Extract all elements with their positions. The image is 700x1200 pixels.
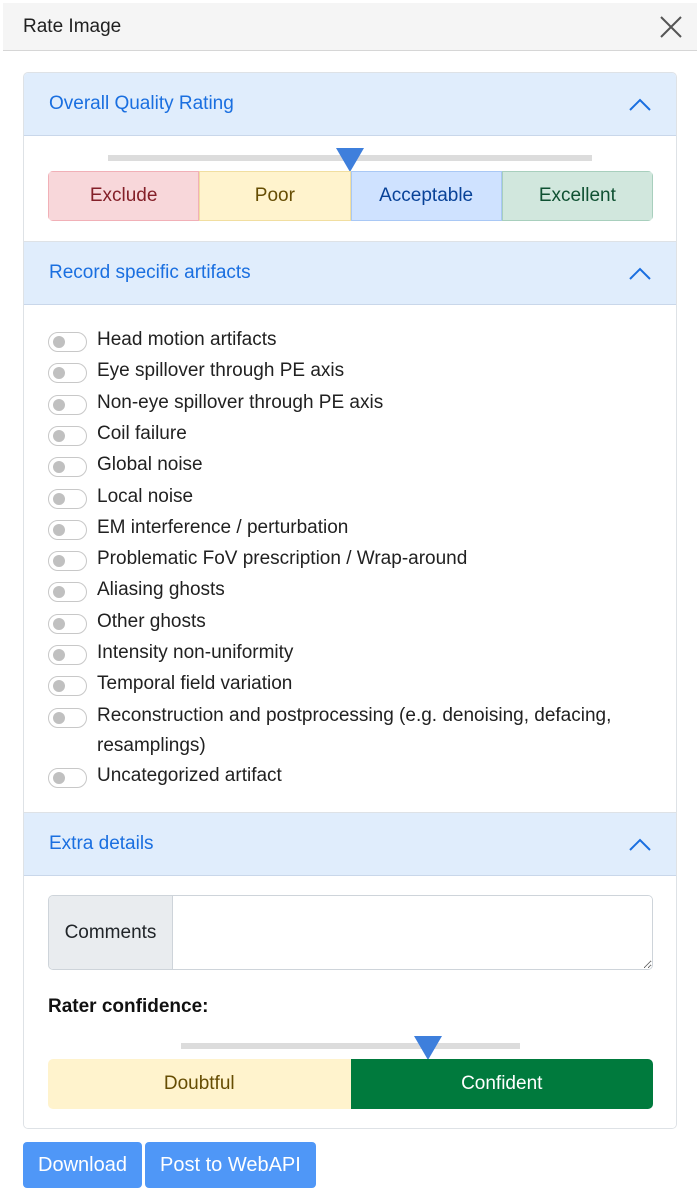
artifact-toggle-label[interactable]: Temporal field variation <box>97 669 637 699</box>
quality-option-acceptable[interactable]: Acceptable <box>350 171 502 221</box>
chevron-up-icon <box>629 267 651 280</box>
quality-section-header[interactable]: Overall Quality Rating <box>24 73 676 136</box>
artifact-toggle-switch[interactable] <box>48 707 87 728</box>
artifact-toggle-switch[interactable] <box>48 488 87 509</box>
artifact-toggle-switch[interactable] <box>48 613 87 634</box>
quality-option-exclude[interactable]: Exclude <box>48 171 200 221</box>
artifact-toggle-row: Head motion artifacts <box>48 329 637 355</box>
artifact-toggle-row: Eye spillover through PE axis <box>48 360 637 386</box>
artifact-toggle-label[interactable]: Other ghosts <box>97 607 637 637</box>
artifact-toggle-row: Coil failure <box>48 423 637 449</box>
artifact-toggle-label[interactable]: Aliasing ghosts <box>97 575 637 605</box>
artifact-toggle-switch[interactable] <box>48 645 87 665</box>
artifacts-section-title: Record specific artifacts <box>49 262 251 283</box>
comments-input-group: Comments <box>48 895 653 970</box>
artifact-toggle-switch[interactable] <box>48 551 87 572</box>
rater-confidence-label: Rater confidence: <box>48 996 209 1017</box>
confidence-option-doubtful[interactable]: Doubtful <box>48 1059 351 1109</box>
artifact-toggle-switch[interactable] <box>48 457 87 478</box>
artifact-toggle-label[interactable]: Reconstruction and postprocessing (e.g. … <box>97 701 637 761</box>
download-button[interactable]: Download <box>23 1142 142 1188</box>
artifact-toggle-label[interactable]: Head motion artifacts <box>97 325 637 355</box>
artifact-toggle-row: Aliasing ghosts <box>48 579 637 605</box>
artifact-toggle-row: Non-eye spillover through PE axis <box>48 392 637 418</box>
close-icon[interactable] <box>659 15 683 39</box>
extra-section-body: Comments Rater confidence: Doubtful Confi… <box>24 876 676 1128</box>
artifact-toggle-row: Reconstruction and postprocessing (e.g. … <box>48 705 637 761</box>
artifact-toggle-label[interactable]: Intensity non-uniformity <box>97 638 637 668</box>
artifact-toggle-row: EM interference / perturbation <box>48 517 637 543</box>
dialog-header: Rate Image <box>3 3 697 51</box>
artifact-toggle-switch[interactable] <box>48 332 87 352</box>
artifact-toggle-label[interactable]: Coil failure <box>97 419 637 449</box>
quality-section-title: Overall Quality Rating <box>49 93 234 114</box>
artifact-toggle-label[interactable]: Problematic FoV prescription / Wrap-arou… <box>97 544 637 574</box>
rating-accordion: Overall Quality Rating Exclude Poor Accept… <box>23 72 677 1129</box>
artifact-toggle-row: Global noise <box>48 454 637 480</box>
artifact-toggle-label[interactable]: EM interference / perturbation <box>97 513 637 543</box>
quality-slider-thumb[interactable] <box>336 148 364 172</box>
artifacts-section-header[interactable]: Record specific artifacts <box>24 242 676 305</box>
artifact-toggle-row: Problematic FoV prescription / Wrap-arou… <box>48 548 637 574</box>
artifact-toggle-row: Local noise <box>48 486 637 512</box>
chevron-up-icon <box>629 98 651 111</box>
artifact-toggle-row: Uncategorized artifact <box>48 765 637 791</box>
artifact-toggle-switch[interactable] <box>48 394 87 415</box>
confidence-button-group: Doubtful Confident <box>48 1059 653 1109</box>
artifact-toggle-label[interactable]: Local noise <box>97 482 637 512</box>
artifact-toggle-label[interactable]: Non-eye spillover through PE axis <box>97 388 637 418</box>
confidence-slider-track[interactable] <box>181 1043 520 1049</box>
comments-textarea[interactable] <box>173 896 652 969</box>
artifact-toggle-switch[interactable] <box>48 425 87 446</box>
artifact-toggle-switch[interactable] <box>48 582 87 603</box>
artifact-toggle-switch[interactable] <box>48 676 87 697</box>
artifact-toggle-switch[interactable] <box>48 363 87 384</box>
artifact-toggle-label[interactable]: Global noise <box>97 450 637 480</box>
artifacts-section-body: Head motion artifacts Eye spillover throu… <box>24 305 676 813</box>
confidence-slider-thumb[interactable] <box>414 1036 443 1060</box>
artifact-toggle-row: Temporal field variation <box>48 673 637 699</box>
artifact-toggle-switch[interactable] <box>48 519 87 540</box>
artifact-toggle-row: Other ghosts <box>48 611 637 637</box>
artifact-toggle-label[interactable]: Uncategorized artifact <box>97 761 637 791</box>
chevron-up-icon <box>629 838 651 851</box>
quality-option-poor[interactable]: Poor <box>199 171 351 221</box>
dialog-title: Rate Image <box>23 16 122 37</box>
quality-section-body: Exclude Poor Acceptable Excellent <box>24 136 676 242</box>
post-webapi-button[interactable]: Post to WebAPI <box>145 1142 316 1188</box>
quality-button-group: Exclude Poor Acceptable Excellent <box>48 171 653 221</box>
artifact-toggle-row: Intensity non-uniformity <box>48 642 637 668</box>
confidence-option-confident[interactable]: Confident <box>350 1059 653 1109</box>
artifact-toggle-label[interactable]: Eye spillover through PE axis <box>97 356 637 386</box>
artifact-toggle-switch[interactable] <box>48 767 87 788</box>
quality-option-excellent[interactable]: Excellent <box>501 171 653 221</box>
comments-label: Comments <box>49 896 173 969</box>
extra-section-header[interactable]: Extra details <box>24 813 676 876</box>
extra-section-title: Extra details <box>49 833 154 854</box>
